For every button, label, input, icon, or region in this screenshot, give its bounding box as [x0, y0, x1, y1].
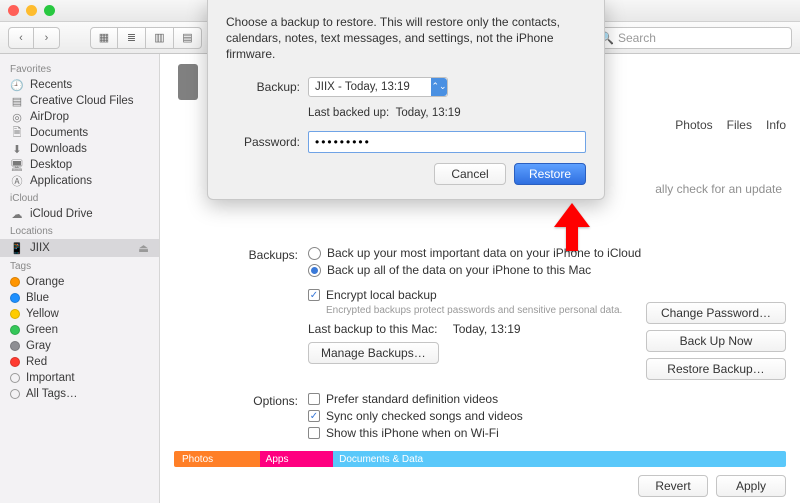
view-list-button[interactable]: ≣	[118, 27, 146, 49]
close-window-button[interactable]	[8, 5, 19, 16]
phone-icon: 📱	[10, 242, 24, 254]
airdrop-icon: ◎	[10, 111, 24, 123]
download-icon: ⬇	[10, 143, 24, 155]
sidebar-item-documents[interactable]: 🗎Documents	[0, 125, 159, 141]
instruction-arrow-icon	[554, 203, 600, 256]
sidebar-item-downloads[interactable]: ⬇Downloads	[0, 141, 159, 157]
eject-icon[interactable]: ⏏	[138, 241, 149, 255]
encrypt-backup-checkbox[interactable]: Encrypt local backup	[308, 288, 782, 302]
view-icons-button[interactable]: ▦	[90, 27, 118, 49]
sidebar-tag-orange[interactable]: Orange	[0, 274, 159, 290]
sidebar-item-device-jiix[interactable]: 📱JIIX⏏	[0, 239, 159, 257]
checkbox-icon	[308, 393, 320, 405]
sidebar: Favorites 🕘Recents ▤Creative Cloud Files…	[0, 54, 160, 503]
sheet-message: Choose a backup to restore. This will re…	[226, 14, 586, 63]
sidebar-section-tags: Tags	[0, 257, 159, 274]
tab-files[interactable]: Files	[727, 118, 752, 132]
tag-dot-icon	[10, 341, 20, 351]
device-image-icon	[178, 64, 198, 100]
revert-button[interactable]: Revert	[638, 475, 708, 497]
sidebar-tag-important[interactable]: Important	[0, 370, 159, 386]
backup-select-value: JIIX - Today, 13:19	[315, 81, 410, 93]
sidebar-section-icloud: iCloud	[0, 189, 159, 206]
back-button[interactable]: ‹	[8, 27, 34, 49]
sidebar-item-icloud-drive[interactable]: ☁iCloud Drive	[0, 206, 159, 222]
zoom-window-button[interactable]	[44, 5, 55, 16]
sidebar-item-airdrop[interactable]: ◎AirDrop	[0, 109, 159, 125]
tag-circle-icon	[10, 373, 20, 383]
apps-icon: Ⓐ	[10, 175, 24, 187]
sidebar-tag-green[interactable]: Green	[0, 322, 159, 338]
tag-dot-icon	[10, 357, 20, 367]
sheet-restore-button[interactable]: Restore	[514, 163, 586, 185]
sheet-backup-label: Backup:	[226, 80, 300, 94]
back-up-now-button[interactable]: Back Up Now	[646, 330, 786, 352]
tag-dot-icon	[10, 277, 20, 287]
checkbox-icon	[308, 289, 320, 301]
change-password-button[interactable]: Change Password…	[646, 302, 786, 324]
option-show-wifi[interactable]: Show this iPhone when on Wi-Fi	[308, 426, 782, 440]
tab-info[interactable]: Info	[766, 118, 786, 132]
minimize-window-button[interactable]	[26, 5, 37, 16]
sidebar-tag-blue[interactable]: Blue	[0, 290, 159, 306]
checkbox-icon	[308, 427, 320, 439]
sidebar-item-applications[interactable]: ⒶApplications	[0, 173, 159, 189]
cloud-icon: ☁	[10, 208, 24, 220]
storage-segment-photos: Photos	[174, 451, 260, 467]
sheet-last-backed-label: Last backed up:	[308, 107, 389, 119]
sidebar-tag-yellow[interactable]: Yellow	[0, 306, 159, 322]
sidebar-item-desktop[interactable]: 🖥Desktop	[0, 157, 159, 173]
sheet-password-label: Password:	[226, 135, 300, 149]
option-sync-checked[interactable]: Sync only checked songs and videos	[308, 409, 782, 423]
backup-option-icloud[interactable]: Back up your most important data on your…	[308, 246, 782, 260]
forward-button[interactable]: ›	[34, 27, 60, 49]
restore-backup-sheet: Choose a backup to restore. This will re…	[207, 0, 605, 200]
sidebar-section-locations: Locations	[0, 222, 159, 239]
auto-update-text: ally check for an update	[655, 182, 782, 196]
sidebar-tag-gray[interactable]: Gray	[0, 338, 159, 354]
sheet-last-backed-value: Today, 13:19	[396, 107, 461, 119]
sidebar-item-recents[interactable]: 🕘Recents	[0, 77, 159, 93]
storage-segment-docs: Documents & Data	[333, 451, 786, 467]
view-gallery-button[interactable]: ▤	[174, 27, 202, 49]
storage-segment-apps: Apps	[260, 451, 333, 467]
sidebar-section-favorites: Favorites	[0, 60, 159, 77]
sidebar-all-tags[interactable]: All Tags…	[0, 386, 159, 402]
last-backup-value: Today, 13:19	[453, 322, 521, 336]
checkbox-icon	[308, 410, 320, 422]
tag-dot-icon	[10, 325, 20, 335]
backup-select-popup[interactable]: JIIX - Today, 13:19 ⌃⌄	[308, 77, 448, 97]
clock-icon: 🕘	[10, 79, 24, 91]
backup-option-mac[interactable]: Back up all of the data on your iPhone t…	[308, 263, 782, 277]
tag-dot-icon	[10, 309, 20, 319]
tab-photos[interactable]: Photos	[675, 118, 712, 132]
manage-backups-button[interactable]: Manage Backups…	[308, 342, 439, 364]
tag-dot-icon	[10, 293, 20, 303]
sidebar-item-creative-cloud[interactable]: ▤Creative Cloud Files	[0, 93, 159, 109]
restore-backup-button[interactable]: Restore Backup…	[646, 358, 786, 380]
last-backup-label: Last backup to this Mac:	[308, 322, 437, 336]
chevron-updown-icon: ⌃⌄	[431, 78, 447, 96]
option-sd-video[interactable]: Prefer standard definition videos	[308, 392, 782, 406]
radio-icon	[308, 264, 321, 277]
tag-circle-icon	[10, 389, 20, 399]
radio-icon	[308, 247, 321, 260]
sheet-password-field[interactable]	[308, 131, 586, 153]
sidebar-tag-red[interactable]: Red	[0, 354, 159, 370]
search-field[interactable]: 🔍 Search	[592, 27, 792, 49]
apply-button[interactable]: Apply	[716, 475, 786, 497]
storage-bar: Photos Apps Documents & Data	[174, 451, 786, 467]
desktop-icon: 🖥	[10, 159, 24, 171]
options-heading: Options:	[178, 392, 298, 408]
view-columns-button[interactable]: ▥	[146, 27, 174, 49]
search-placeholder: Search	[618, 31, 656, 45]
document-icon: 🗎	[10, 127, 24, 139]
backups-heading: Backups:	[178, 246, 298, 262]
folder-icon: ▤	[10, 95, 24, 107]
sheet-cancel-button[interactable]: Cancel	[434, 163, 506, 185]
